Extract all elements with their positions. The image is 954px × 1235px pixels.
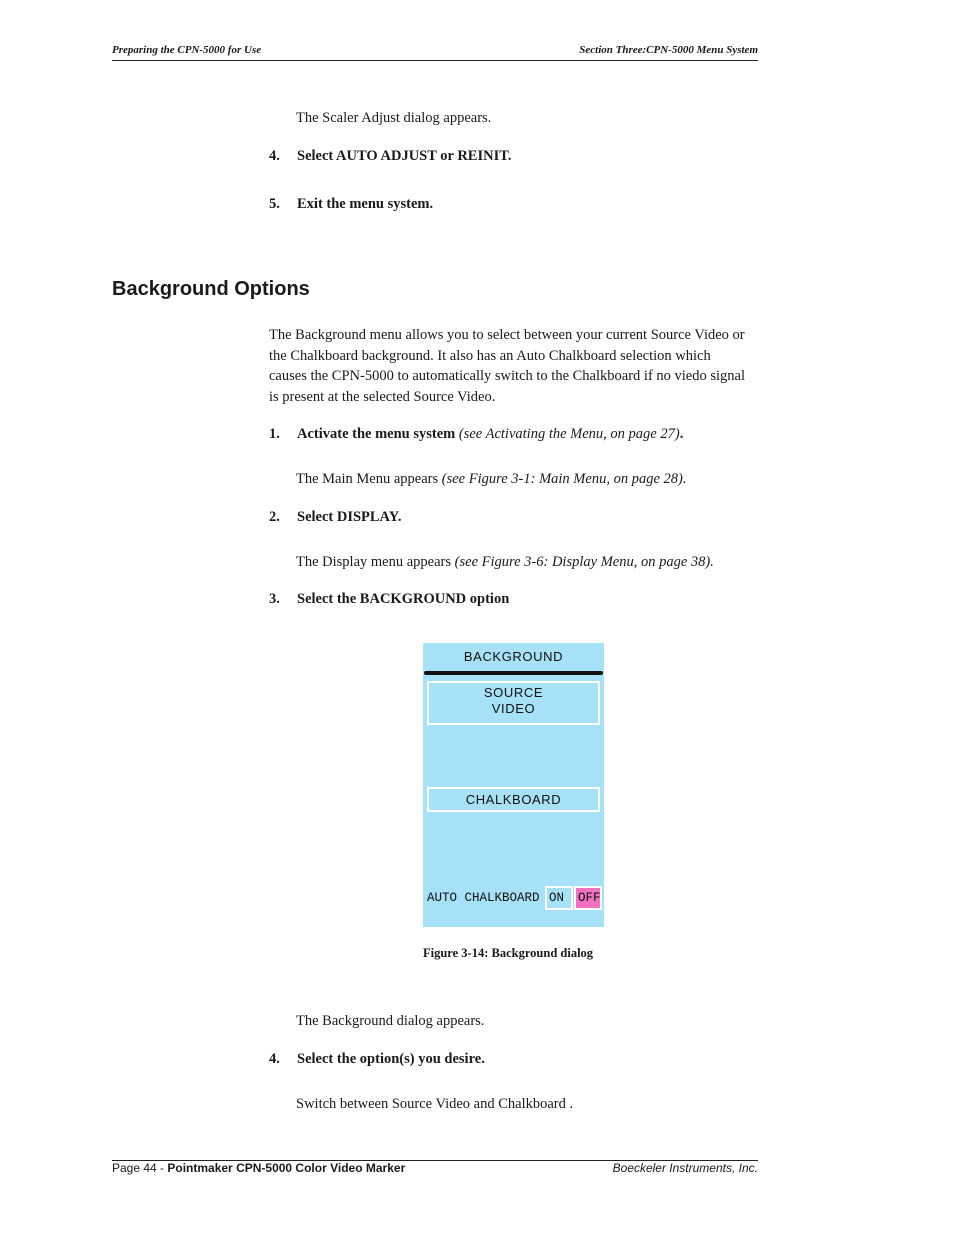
step-text: Select AUTO ADJUST or REINIT.: [297, 148, 512, 164]
step-3: 3. Select the BACKGROUND option: [269, 591, 749, 611]
dialog-title: BACKGROUND: [463, 649, 564, 664]
paragraph-line: the Chalkboard background. It also has a…: [269, 347, 711, 364]
step-text: Activate the menu system: [297, 426, 456, 442]
auto-chalkboard-on-button[interactable]: ON: [545, 886, 573, 910]
paragraph-line: The Background menu allows you to select…: [269, 327, 745, 343]
step-number: 1.: [269, 426, 280, 442]
step-trailing: .: [679, 426, 684, 442]
result-reference-link[interactable]: (see Figure 3-6: Display Menu, on page 3…: [455, 554, 714, 570]
footer-title: Pointmaker CPN-5000 Color Video Marker: [167, 1161, 406, 1175]
option-label-line: VIDEO: [491, 701, 536, 716]
footer-company: Boeckeler Instruments, Inc.: [612, 1161, 758, 1175]
prev-step-5: 5. Exit the menu system.: [269, 196, 749, 216]
source-video-option[interactable]: SOURCE VIDEO: [427, 681, 600, 725]
running-header: Preparing the CPN-5000 for Use Section T…: [112, 44, 758, 61]
result-text: The Display menu appears: [296, 554, 452, 570]
step-1-result: The Main Menu appears (see Figure 3-1: M…: [296, 469, 686, 490]
title-divider: [424, 671, 603, 675]
section-paragraph: The Background menu allows you to select…: [269, 325, 769, 407]
result-text: The Main Menu appears: [296, 471, 439, 487]
option-label-line: SOURCE: [483, 685, 544, 700]
header-chapter: Preparing the CPN-5000 for Use: [112, 44, 262, 56]
scaler-appears-text: The Scaler Adjust dialog appears.: [296, 110, 492, 126]
figure-caption: Figure 3-14: Background dialog: [423, 946, 594, 960]
header-section: Section Three:CPN-5000 Menu System: [579, 44, 758, 56]
paragraph-line: causes the CPN-5000 to automatically swi…: [269, 368, 745, 384]
step-number: 3.: [269, 591, 280, 607]
step-number: 2.: [269, 509, 280, 525]
step-text: Select the option(s) you desire.: [297, 1051, 485, 1067]
step-number: 5.: [269, 196, 280, 212]
background-dialog: BACKGROUND SOURCE VIDEO CHALKBOARD AUTO …: [423, 643, 604, 927]
footer-page-number: Page 44 -: [112, 1161, 168, 1175]
step-number: 4.: [269, 1051, 280, 1067]
auto-chalkboard-off-button[interactable]: OFF: [574, 886, 602, 910]
prev-step-4: 4. Select AUTO ADJUST or REINIT.: [269, 148, 749, 168]
step-2: 2. Select DISPLAY.: [269, 509, 749, 529]
paragraph-line: is present at the selected Source Video.: [269, 388, 496, 405]
auto-chalkboard-label: AUTO CHALKBOARD: [427, 891, 540, 905]
step-text: Exit the menu system.: [297, 196, 434, 212]
section-heading: Background Options: [112, 278, 310, 300]
step-number: 4.: [269, 148, 280, 164]
step-1: 1. Activate the menu system (see Activat…: [269, 426, 749, 446]
page-footer: Page 44 - Pointmaker CPN-5000 Color Vide…: [112, 1160, 758, 1175]
step-text: Select DISPLAY.: [297, 509, 402, 525]
step-reference-link[interactable]: (see Activating the Menu, on page 27): [459, 426, 680, 442]
step-4: 4. Select the option(s) you desire.: [269, 1051, 749, 1071]
step-2-result: The Display menu appears (see Figure 3-6…: [296, 552, 714, 573]
step-text: Select the BACKGROUND option: [297, 591, 510, 607]
chalkboard-option[interactable]: CHALKBOARD: [427, 787, 600, 812]
background-appears-text: The Background dialog appears.: [296, 1013, 485, 1029]
result-reference-link[interactable]: (see Figure 3-1: Main Menu, on page 28).: [442, 471, 687, 487]
step-4-result: Switch between Source Video and Chalkboa…: [296, 1096, 574, 1112]
